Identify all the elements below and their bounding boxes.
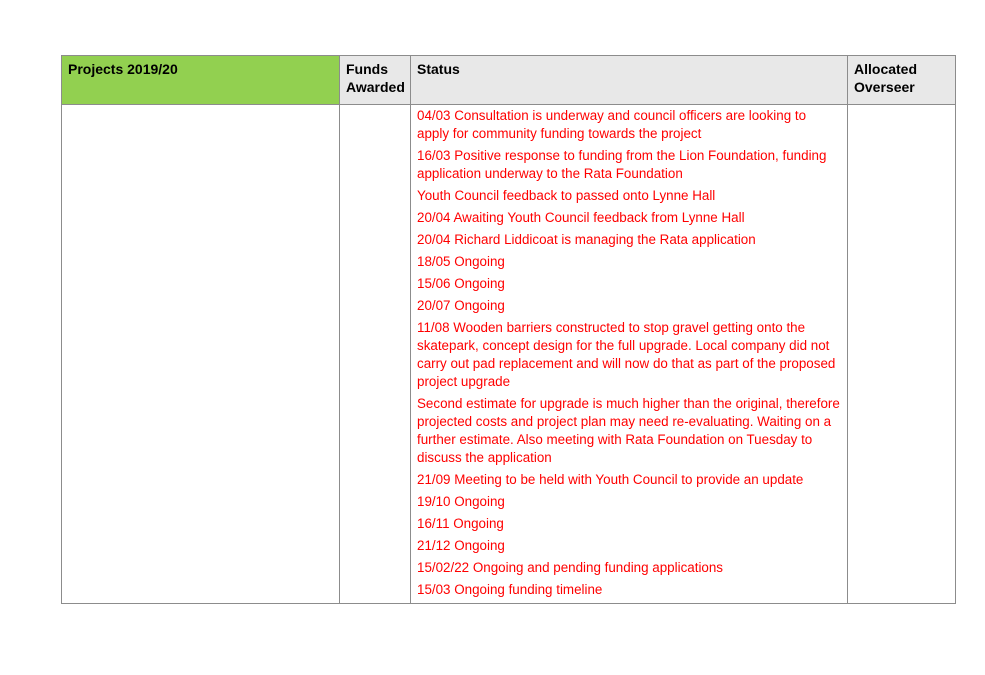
cell-project — [61, 104, 340, 604]
status-entry: 16/11 Ongoing — [417, 516, 504, 531]
status-entry: 20/04 Awaiting Youth Council feedback fr… — [417, 210, 745, 225]
status-entry: 21/09 Meeting to be held with Youth Coun… — [417, 472, 804, 487]
header-projects-label: Projects 2019/20 — [68, 61, 178, 77]
cell-funds-awarded — [339, 104, 411, 604]
header-allocated-overseer: Allocated Overseer — [847, 55, 956, 105]
table-header-row: Projects 2019/20 Funds Awarded Status Al… — [61, 55, 956, 105]
status-entry: 15/06 Ongoing — [417, 276, 505, 291]
header-status-label: Status — [417, 61, 460, 77]
status-entry: 04/03 Consultation is underway and counc… — [417, 108, 807, 141]
header-projects: Projects 2019/20 — [61, 55, 340, 105]
projects-table: Projects 2019/20 Funds Awarded Status Al… — [61, 55, 956, 604]
status-entry: 11/08 Wooden barriers constructed to sto… — [417, 320, 836, 389]
status-entry: 20/07 Ongoing — [417, 298, 505, 313]
status-entry: 20/04 Richard Liddicoat is managing the … — [417, 232, 756, 247]
status-entry: 15/03 Ongoing funding timeline — [417, 582, 603, 597]
status-entry: 16/03 Positive response to funding from … — [417, 148, 827, 181]
cell-allocated-overseer — [847, 104, 956, 604]
status-entries: 04/03 Consultation is underway and counc… — [417, 107, 841, 599]
header-status: Status — [410, 55, 848, 105]
cell-status: 04/03 Consultation is underway and counc… — [410, 104, 848, 604]
status-entry: 18/05 Ongoing — [417, 254, 505, 269]
status-entry: 15/02/22 Ongoing and pending funding app… — [417, 560, 724, 575]
status-entry: Youth Council feedback to passed onto Ly… — [417, 188, 716, 203]
table-row: 04/03 Consultation is underway and counc… — [61, 104, 956, 604]
header-funds-awarded: Funds Awarded — [339, 55, 411, 105]
status-entry: 21/12 Ongoing — [417, 538, 505, 553]
header-funds-awarded-label: Funds Awarded — [346, 61, 405, 95]
status-entry: 19/10 Ongoing — [417, 494, 505, 509]
status-entry: Second estimate for upgrade is much high… — [417, 396, 840, 465]
header-allocated-overseer-label: Allocated Overseer — [854, 61, 918, 95]
